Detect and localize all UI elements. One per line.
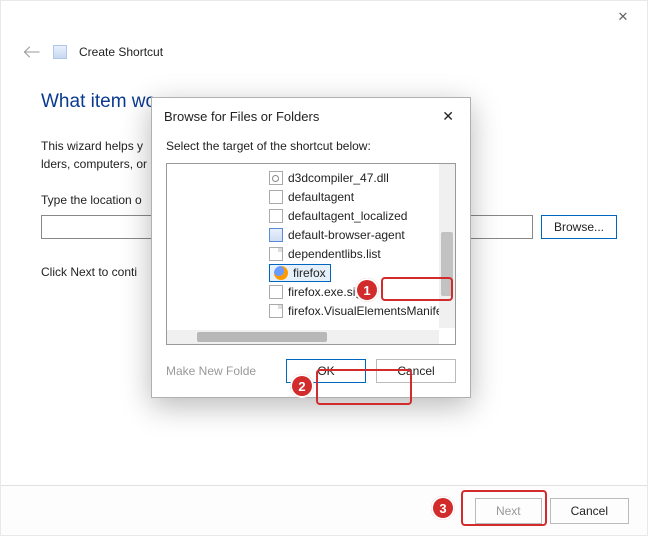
shortcut-app-icon xyxy=(53,45,67,59)
list-item[interactable]: defaultagent xyxy=(267,187,433,206)
list-item[interactable]: defaultagent_localized xyxy=(267,206,433,225)
file-name: default-browser-agent xyxy=(288,228,405,242)
window-title: Create Shortcut xyxy=(79,45,163,59)
list-item[interactable]: default-browser-agent xyxy=(267,225,433,244)
wizard-description-pre: This wizard helps y xyxy=(41,139,143,153)
browse-dialog-title: Browse for Files or Folders xyxy=(164,109,319,124)
annotation-badge-3: 3 xyxy=(431,496,455,520)
app-icon xyxy=(269,228,283,242)
file-name: dependentlibs.list xyxy=(288,247,381,261)
list-item[interactable]: firefox.VisualElementsManifest xyxy=(267,301,433,320)
browse-cancel-button[interactable]: Cancel xyxy=(376,359,456,383)
annotation-badge-2: 2 xyxy=(290,374,314,398)
sheet-icon xyxy=(269,304,283,318)
browse-dialog-prompt: Select the target of the shortcut below: xyxy=(166,139,456,153)
window-header: Create Shortcut xyxy=(23,45,163,59)
vertical-scrollbar[interactable] xyxy=(439,164,455,328)
ff-icon xyxy=(274,266,288,280)
browse-dialog-titlebar: Browse for Files or Folders ✕ xyxy=(152,98,470,131)
browse-dialog: Browse for Files or Folders ✕ Select the… xyxy=(151,97,471,398)
file-name: d3dcompiler_47.dll xyxy=(288,171,389,185)
file-name: firefox.VisualElementsManifest xyxy=(288,304,452,318)
create-shortcut-window: ✕ Create Shortcut What item wo This wiza… xyxy=(0,0,648,536)
file-list-pane: d3dcompiler_47.dll defaultagent defaultage… xyxy=(166,163,456,345)
list-item[interactable]: firefox.exe.sig xyxy=(267,282,433,301)
horizontal-scrollbar[interactable] xyxy=(167,330,439,344)
sheet-icon xyxy=(269,247,283,261)
blank-icon xyxy=(269,209,283,223)
annotation-badge-1: 1 xyxy=(355,278,379,302)
file-name: firefox.exe.sig xyxy=(288,285,362,299)
browse-button[interactable]: Browse... xyxy=(541,215,617,239)
list-item[interactable]: firefox xyxy=(267,263,433,282)
file-name: defaultagent xyxy=(288,190,354,204)
list-item[interactable]: dependentlibs.list xyxy=(267,244,433,263)
file-name: firefox xyxy=(293,266,326,280)
wizard-footer: Next Cancel xyxy=(1,485,647,535)
cancel-button[interactable]: Cancel xyxy=(550,498,629,524)
next-button[interactable]: Next xyxy=(475,498,542,524)
list-item[interactable]: d3dcompiler_47.dll xyxy=(267,168,433,187)
window-close-icon[interactable]: ✕ xyxy=(609,7,637,27)
close-icon[interactable]: ✕ xyxy=(436,106,460,127)
dll-icon xyxy=(269,171,283,185)
file-name: defaultagent_localized xyxy=(288,209,407,223)
blank-icon xyxy=(269,285,283,299)
blank-icon xyxy=(269,190,283,204)
make-new-folder-button[interactable]: Make New Folde xyxy=(166,364,256,378)
file-list[interactable]: d3dcompiler_47.dll defaultagent defaultage… xyxy=(267,168,433,320)
back-arrow-icon[interactable] xyxy=(23,45,41,59)
